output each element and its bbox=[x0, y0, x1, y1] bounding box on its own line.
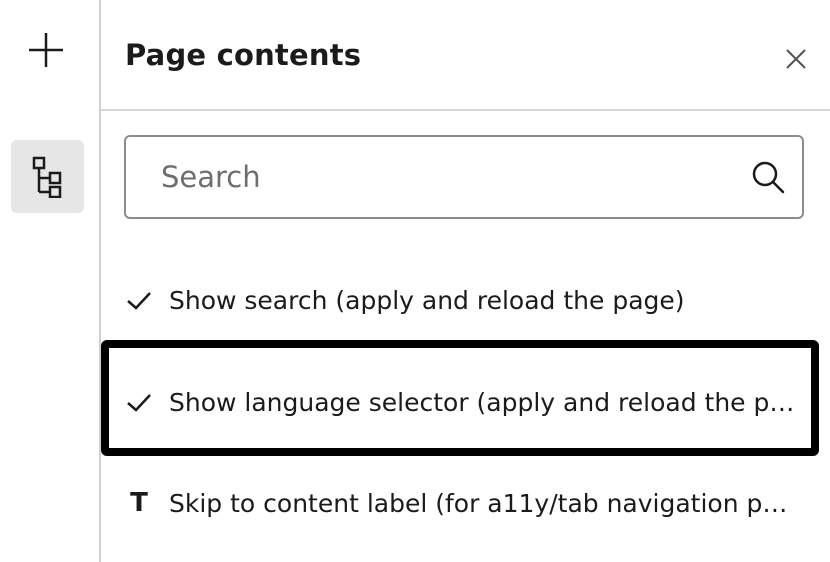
check-icon bbox=[125, 286, 153, 314]
panel-title: Page contents bbox=[125, 38, 362, 72]
list-item[interactable]: T Skip to content label (for a11y/tab na… bbox=[101, 473, 830, 533]
selection-highlight bbox=[101, 340, 819, 456]
search-input[interactable] bbox=[161, 147, 721, 207]
text-type-icon: T bbox=[130, 488, 148, 518]
page-contents-panel: Page contents Show search (apply and rel… bbox=[101, 0, 830, 562]
page-contents-toggle-button[interactable] bbox=[11, 140, 84, 213]
panel-header: Page contents bbox=[101, 0, 830, 111]
search-field bbox=[124, 135, 804, 219]
search-button[interactable] bbox=[750, 159, 786, 195]
search-icon bbox=[752, 161, 785, 194]
tree-structure-icon bbox=[32, 156, 61, 198]
close-button[interactable] bbox=[781, 44, 811, 74]
list-item[interactable]: Show search (apply and reload the page) bbox=[101, 270, 830, 330]
close-icon bbox=[786, 49, 806, 69]
list-item-label: Skip to content label (for a11y/tab navi… bbox=[169, 488, 801, 518]
plus-icon bbox=[29, 33, 63, 67]
list-item-label: Show search (apply and reload the page) bbox=[169, 285, 685, 315]
add-button[interactable] bbox=[26, 30, 66, 70]
left-rail bbox=[0, 0, 101, 562]
